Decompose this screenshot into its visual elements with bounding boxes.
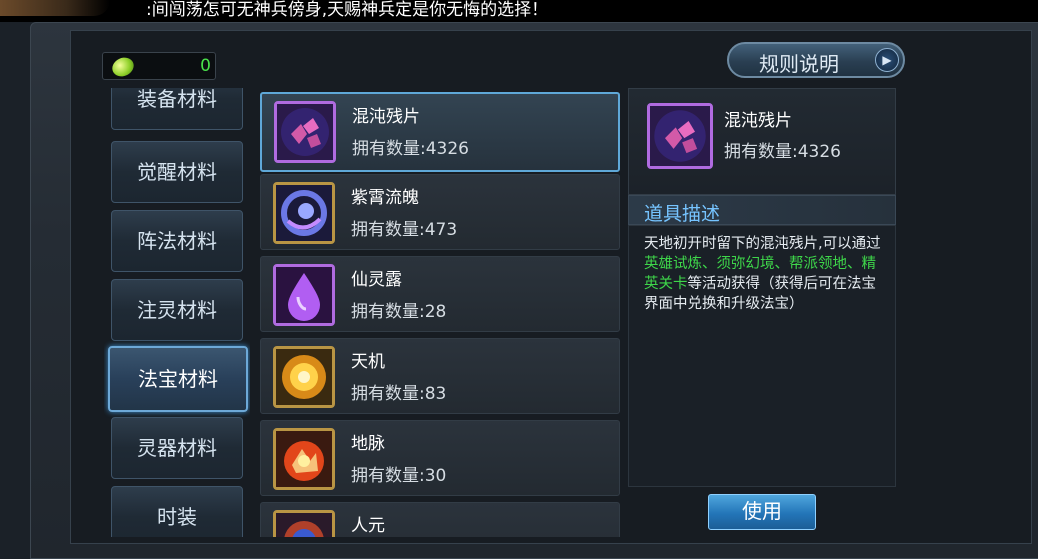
detail-item-name: 混沌残片	[724, 111, 792, 131]
category-formation-materials[interactable]: 阵法材料	[111, 210, 243, 272]
corner-decoration	[0, 0, 110, 16]
chaos-fragment-icon	[274, 101, 336, 163]
item-name: 天机	[351, 352, 385, 372]
category-fashion[interactable]: 时装	[111, 486, 243, 537]
category-equipment-materials[interactable]: 装备材料	[111, 88, 243, 130]
description-header: 道具描述	[628, 195, 896, 225]
category-awakening-materials[interactable]: 觉醒材料	[111, 141, 243, 203]
item-earth-vein[interactable]: 地脉 拥有数量:30	[260, 420, 620, 496]
chaos-fragment-icon	[647, 103, 713, 169]
item-fairy-dew[interactable]: 仙灵露 拥有数量:28	[260, 256, 620, 332]
play-arrow-icon: ▶	[875, 48, 899, 72]
item-name: 紫霄流魄	[351, 188, 419, 208]
item-quantity: 拥有数量:30	[351, 466, 447, 486]
item-name: 仙灵露	[351, 270, 402, 290]
description-text: 天地初开时留下的混沌残片,可以通过英雄试炼、须弥幻境、帮派领地、精英关卡等活动获…	[628, 225, 896, 487]
scrolling-announcement-bar: :间闯荡怎可无神兵傍身,天赐神兵定是你无悔的选择！	[0, 0, 1038, 22]
purple-droplet-icon	[273, 264, 335, 326]
category-treasure-materials[interactable]: 法宝材料	[108, 346, 248, 412]
category-spirit-weapon-materials[interactable]: 灵器材料	[111, 417, 243, 479]
currency-display: 0	[102, 52, 216, 80]
item-quantity: 拥有数量:28	[351, 302, 447, 322]
detail-header: 混沌残片 拥有数量:4326	[628, 88, 896, 195]
item-quantity: 拥有数量:473	[351, 220, 458, 240]
item-detail-panel: 混沌残片 拥有数量:4326 道具描述 天地初开时留下的混沌残片,可以通过英雄试…	[628, 88, 896, 537]
description-part-1: 天地初开时留下的混沌残片,可以通过	[644, 236, 881, 252]
item-heavenly-secret[interactable]: 天机 拥有数量:83	[260, 338, 620, 414]
detail-item-quantity: 拥有数量:4326	[724, 142, 841, 162]
red-orb-icon	[273, 510, 335, 537]
item-human-origin[interactable]: 人元	[260, 502, 620, 537]
item-quantity: 拥有数量:4326	[352, 139, 469, 159]
description-title: 道具描述	[644, 203, 721, 225]
golden-sun-icon	[273, 346, 335, 408]
use-button[interactable]: 使用	[708, 494, 816, 530]
purple-orb-icon	[273, 182, 335, 244]
rules-button-label: 规则说明	[759, 52, 839, 76]
jade-gem-icon	[107, 54, 137, 80]
item-list[interactable]: 混沌残片 拥有数量:4326 紫霄流魄 拥有数量:473 仙灵露 拥有数量:28	[256, 88, 624, 537]
category-sidebar[interactable]: 装备材料 觉醒材料 阵法材料 注灵材料 法宝材料 灵器材料 时装	[104, 88, 250, 537]
currency-value: 0	[200, 56, 211, 76]
announcement-text: :间闯荡怎可无神兵傍身,天赐神兵定是你无悔的选择！	[146, 0, 549, 20]
rules-button[interactable]: 规则说明 ▶	[727, 42, 905, 78]
item-name: 地脉	[351, 434, 385, 454]
item-purple-orb[interactable]: 紫霄流魄 拥有数量:473	[260, 174, 620, 250]
item-name: 混沌残片	[352, 107, 420, 127]
fire-rock-icon	[273, 428, 335, 490]
item-name: 人元	[351, 516, 385, 536]
item-quantity: 拥有数量:83	[351, 384, 447, 404]
category-spirit-infusion-materials[interactable]: 注灵材料	[111, 279, 243, 341]
item-chaos-fragment[interactable]: 混沌残片 拥有数量:4326	[260, 92, 620, 172]
